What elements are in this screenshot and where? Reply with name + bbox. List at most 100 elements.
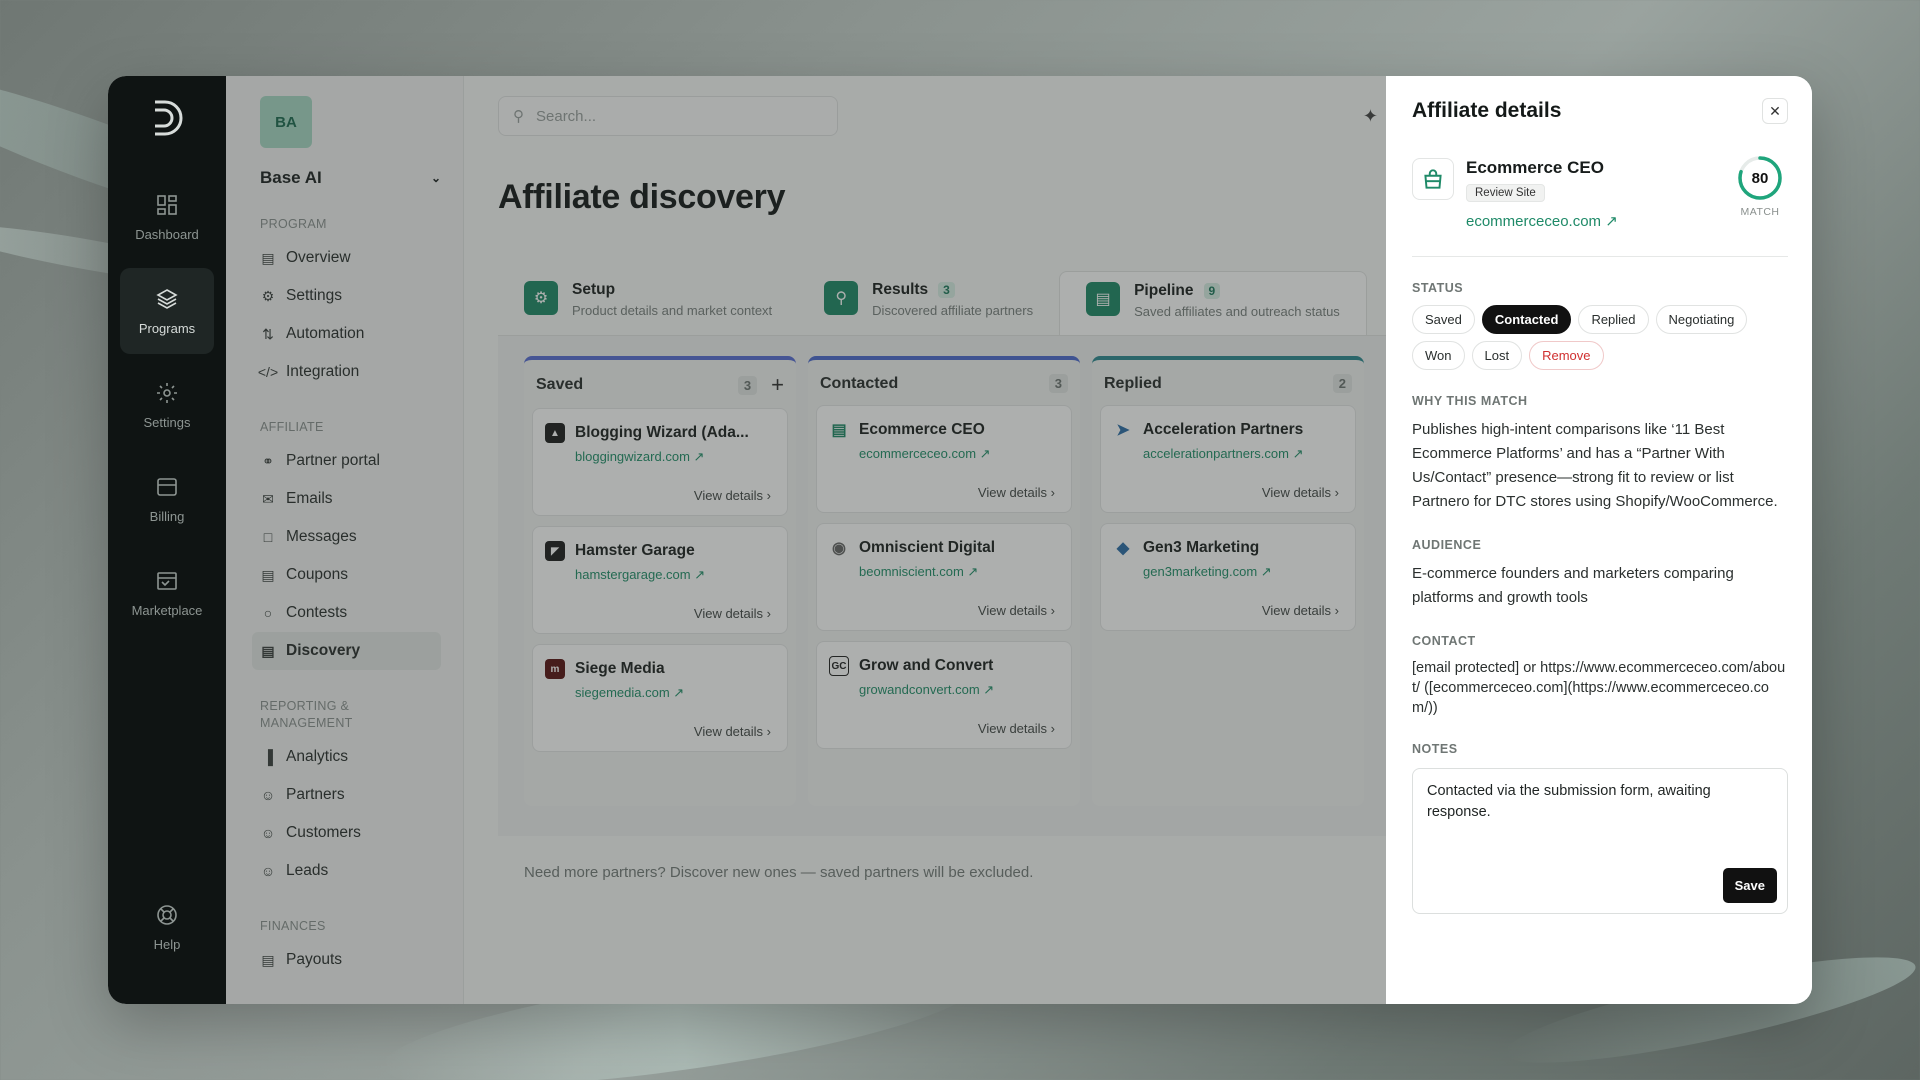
gear-icon: ⚙ bbox=[261, 287, 275, 304]
sidebar: BA Base AI ⌄ PROGRAM ▤ Overview ⚙ Settings… bbox=[226, 76, 464, 1004]
list-item[interactable]: GC Grow and Convert growandconvert.com ↗ … bbox=[816, 641, 1072, 749]
workspace-name: Base AI bbox=[260, 168, 322, 187]
list-item[interactable]: m Siege Media siegemedia.com ↗ View detai… bbox=[532, 644, 788, 752]
status-won[interactable]: Won bbox=[1412, 341, 1465, 370]
sidebar-item-overview[interactable]: ▤ Overview bbox=[252, 239, 441, 277]
view-details-link[interactable]: View details › bbox=[694, 488, 771, 503]
sidebar-item-emails[interactable]: ✉ Emails bbox=[252, 480, 441, 518]
close-button[interactable]: ✕ bbox=[1762, 98, 1788, 124]
chevron-right-icon: › bbox=[1050, 721, 1055, 736]
discover-hint: Need more partners? Discover new ones — … bbox=[524, 864, 1034, 881]
sidebar-item-leads[interactable]: ☺ Leads bbox=[252, 852, 441, 890]
list-item[interactable]: ➤ Acceleration Partners accelerationpartn… bbox=[1100, 405, 1356, 513]
rail-help[interactable]: Help bbox=[120, 884, 214, 970]
sidebar-item-label: Settings bbox=[286, 287, 343, 304]
sidebar-item-label: Leads bbox=[286, 862, 329, 879]
panel-title: Affiliate details bbox=[1412, 99, 1562, 122]
external-link-icon: ↗ bbox=[983, 682, 995, 697]
card-link[interactable]: accelerationpartners.com bbox=[1143, 446, 1289, 461]
column-title: Saved bbox=[536, 376, 584, 393]
grow-convert-logo-icon: GC bbox=[829, 656, 849, 676]
external-link-icon: ↗ bbox=[1260, 564, 1272, 579]
rail-settings[interactable]: Settings bbox=[120, 362, 214, 448]
view-details-link[interactable]: View details › bbox=[694, 606, 771, 621]
workspace-badge[interactable]: BA bbox=[260, 96, 312, 148]
list-item[interactable]: ◆ Gen3 Marketing gen3marketing.com ↗ View… bbox=[1100, 523, 1356, 631]
status-negotiating[interactable]: Negotiating bbox=[1655, 305, 1748, 334]
sidebar-item-contests[interactable]: ○ Contests bbox=[252, 594, 441, 632]
gear-icon: ⚙ bbox=[524, 281, 558, 315]
card-link[interactable]: beomniscient.com bbox=[859, 564, 964, 579]
view-details-label: View details bbox=[977, 721, 1048, 736]
tab-pipeline[interactable]: ▤ Pipeline 9 Saved affiliates and outreac… bbox=[1059, 271, 1367, 335]
tab-results-count: 3 bbox=[938, 282, 955, 298]
notes-value: Contacted via the submission form, await… bbox=[1427, 783, 1711, 820]
card-name: Gen3 Marketing bbox=[1143, 539, 1260, 556]
sidebar-item-coupons[interactable]: ▤ Coupons bbox=[252, 556, 441, 594]
view-details-label: View details bbox=[977, 603, 1048, 618]
view-details-link[interactable]: View details › bbox=[694, 724, 771, 739]
view-details-link[interactable]: View details › bbox=[1262, 603, 1339, 618]
save-button[interactable]: Save bbox=[1722, 868, 1777, 903]
search-bar[interactable]: ⚲ Search... bbox=[498, 96, 838, 136]
rail-dashboard[interactable]: Dashboard bbox=[120, 174, 214, 260]
coupon-icon: ▤ bbox=[261, 566, 275, 583]
view-details-link[interactable]: View details › bbox=[978, 603, 1055, 618]
rail-marketplace[interactable]: Marketplace bbox=[120, 550, 214, 636]
notes-textarea[interactable]: Contacted via the submission form, await… bbox=[1412, 768, 1788, 914]
tab-pipeline-count: 9 bbox=[1203, 283, 1221, 299]
sidebar-item-partner-portal[interactable]: ⚭ Partner portal bbox=[252, 442, 441, 480]
card-link[interactable]: hamstergarage.com bbox=[575, 567, 691, 582]
view-details-label: View details bbox=[693, 606, 764, 621]
status-contacted[interactable]: Contacted bbox=[1481, 305, 1572, 334]
column-contacted: Contacted 3 ▤ Ecommerce CEO ecommerceceo.… bbox=[808, 356, 1080, 806]
card-name: Ecommerce CEO bbox=[859, 421, 985, 438]
workspace-switcher[interactable]: Base AI ⌄ bbox=[260, 168, 441, 188]
rail-billing[interactable]: Billing bbox=[120, 456, 214, 542]
card-link[interactable]: ecommerceceo.com bbox=[859, 446, 976, 461]
rail-marketplace-label: Marketplace bbox=[131, 602, 203, 618]
sidebar-item-payouts[interactable]: ▤ Payouts bbox=[252, 941, 441, 979]
status-saved[interactable]: Saved bbox=[1412, 305, 1475, 334]
view-details-link[interactable]: View details › bbox=[978, 721, 1055, 736]
sidebar-item-automation[interactable]: ⇅ Automation bbox=[252, 315, 441, 353]
sidebar-item-messages[interactable]: □ Messages bbox=[252, 518, 441, 556]
siege-media-logo-icon: m bbox=[545, 659, 565, 679]
sidebar-item-analytics[interactable]: ▐ Analytics bbox=[252, 738, 441, 776]
affiliate-website-link[interactable]: ecommerceceo.com ↗ bbox=[1466, 212, 1618, 230]
sidebar-item-partners[interactable]: ☺ Partners bbox=[252, 776, 441, 814]
card-name: Siege Media bbox=[575, 660, 665, 677]
card-link[interactable]: gen3marketing.com bbox=[1143, 564, 1257, 579]
billing-icon bbox=[157, 477, 177, 496]
view-details-label: View details bbox=[1261, 485, 1332, 500]
list-item[interactable]: ◉ Omniscient Digital beomniscient.com ↗ V… bbox=[816, 523, 1072, 631]
match-score-ring: 80 bbox=[1738, 156, 1782, 200]
view-details-link[interactable]: View details › bbox=[1262, 485, 1339, 500]
sidebar-item-settings[interactable]: ⚙ Settings bbox=[252, 277, 441, 315]
rail-programs[interactable]: Programs bbox=[120, 268, 214, 354]
code-icon: </> bbox=[257, 364, 279, 380]
search-input[interactable]: Search... bbox=[536, 108, 596, 125]
sidebar-item-discovery[interactable]: ▤ Discovery bbox=[252, 632, 441, 670]
list-item[interactable]: ◤ Hamster Garage hamstergarage.com ↗ View… bbox=[532, 526, 788, 634]
sidebar-item-integration[interactable]: </> Integration bbox=[252, 353, 441, 391]
remove-button[interactable]: Remove bbox=[1529, 341, 1604, 370]
card-name: Blogging Wizard (Ada... bbox=[575, 424, 749, 441]
card-link[interactable]: growandconvert.com bbox=[859, 682, 980, 697]
rail-dashboard-label: Dashboard bbox=[135, 226, 199, 242]
card-name: Acceleration Partners bbox=[1143, 421, 1304, 438]
list-item[interactable]: ▲ Blogging Wizard (Ada... bloggingwizard.… bbox=[532, 408, 788, 516]
tab-results[interactable]: ⚲ Results 3 Discovered affiliate partners bbox=[798, 271, 1059, 335]
view-details-link[interactable]: View details › bbox=[978, 485, 1055, 500]
tab-results-title: Results bbox=[872, 281, 929, 298]
card-link[interactable]: siegemedia.com bbox=[575, 685, 670, 700]
list-item[interactable]: ▤ Ecommerce CEO ecommerceceo.com ↗ View d… bbox=[816, 405, 1072, 513]
card-link[interactable]: bloggingwizard.com bbox=[575, 449, 690, 464]
add-icon[interactable]: + bbox=[771, 374, 784, 396]
tab-setup[interactable]: ⚙ Setup Product details and market conte… bbox=[498, 271, 798, 335]
status-replied[interactable]: Replied bbox=[1578, 305, 1649, 334]
status-lost[interactable]: Lost bbox=[1471, 341, 1523, 370]
tab-pipeline-desc: Saved affiliates and outreach status bbox=[1134, 304, 1340, 319]
sidebar-item-customers[interactable]: ☺ Customers bbox=[252, 814, 441, 852]
sparkle-icon[interactable]: ✦ bbox=[1363, 106, 1378, 127]
